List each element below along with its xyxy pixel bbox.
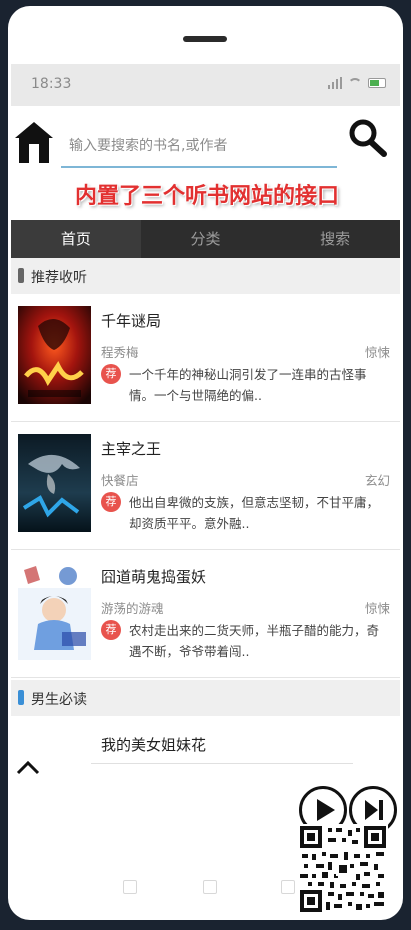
book-item[interactable]: 囧道萌鬼捣蛋妖 游荡的游魂 惊悚 荐 农村走出来的二货天师，半瓶子醋的能力，奇遇…: [11, 550, 400, 678]
home-nav-icon[interactable]: [203, 880, 217, 894]
battery-icon: [368, 78, 386, 88]
book-description: 一个千年的神秘山洞引发了一连串的古怪事情。一个与世隔绝的偏..: [129, 367, 367, 403]
book-genre: 玄幻: [364, 473, 390, 488]
tab-home[interactable]: 首页: [11, 220, 141, 258]
section-recommended: 推荐收听: [11, 258, 400, 294]
search-icon[interactable]: [347, 118, 389, 160]
book-author: 快餐店: [101, 473, 139, 488]
book-title: 千年谜局: [101, 312, 162, 330]
status-icons: [328, 77, 386, 89]
section-marker: [18, 690, 24, 705]
tab-bar: 首页 分类 搜索: [11, 220, 400, 258]
menu-icon[interactable]: [123, 880, 137, 894]
book-author: 游荡的游魂: [101, 601, 164, 616]
divider: [91, 763, 353, 764]
status-time: 18:33: [31, 76, 72, 92]
system-nav-bar: [11, 866, 400, 910]
book-genre: 惊悚: [364, 345, 390, 360]
signal-icon: [328, 77, 342, 89]
search-input[interactable]: [61, 126, 337, 166]
back-icon[interactable]: [281, 880, 295, 894]
book-item[interactable]: 千年谜局 程秀梅 惊悚 荐 一个千年的神秘山洞引发了一连串的古怪事情。一个与世隔…: [11, 294, 400, 422]
search-field: [61, 126, 337, 168]
section-title: 男生必读: [31, 692, 87, 708]
book-author: 程秀梅: [101, 345, 139, 360]
home-icon[interactable]: [13, 118, 55, 166]
book-description: 农村走出来的二货天师，半瓶子醋的能力，奇遇不断，爷爷带着闯..: [129, 623, 380, 659]
book-title: 囧道萌鬼捣蛋妖: [101, 568, 207, 586]
tab-search[interactable]: 搜索: [270, 220, 400, 258]
phone-frame: 18:33 内置了三个听书网站的接口 首页 分类 搜索: [8, 6, 403, 920]
section-marker: [18, 268, 24, 283]
book-genre: 惊悚: [364, 601, 390, 616]
section-title: 推荐收听: [31, 270, 87, 286]
recommend-badge: 荐: [101, 364, 121, 384]
chevron-up-icon[interactable]: [15, 758, 41, 776]
section-boys-must-read: 男生必读: [11, 680, 400, 716]
phone-speaker: [183, 36, 227, 42]
wifi-icon: [348, 77, 362, 89]
book-description: 他出自卑微的支族，但意志坚韧，不甘平庸，却资质平平。意外融..: [129, 495, 380, 531]
book-title: 主宰之王: [101, 440, 162, 458]
tab-category[interactable]: 分类: [141, 220, 271, 258]
recommend-badge: 荐: [101, 620, 121, 640]
book-cover: [18, 562, 91, 660]
status-bar: 18:33: [11, 64, 400, 106]
book-cover: [18, 306, 91, 404]
recommend-badge: 荐: [101, 492, 121, 512]
promo-banner: 内置了三个听书网站的接口: [74, 184, 339, 209]
book-cover: [18, 434, 91, 532]
book-item[interactable]: 主宰之王 快餐店 玄幻 荐 他出自卑微的支族，但意志坚韧，不甘平庸，却资质平平。…: [11, 422, 400, 550]
app-content: 内置了三个听书网站的接口 首页 分类 搜索 推荐收听: [11, 106, 400, 914]
book-title[interactable]: 我的美女姐妹花: [101, 734, 206, 755]
